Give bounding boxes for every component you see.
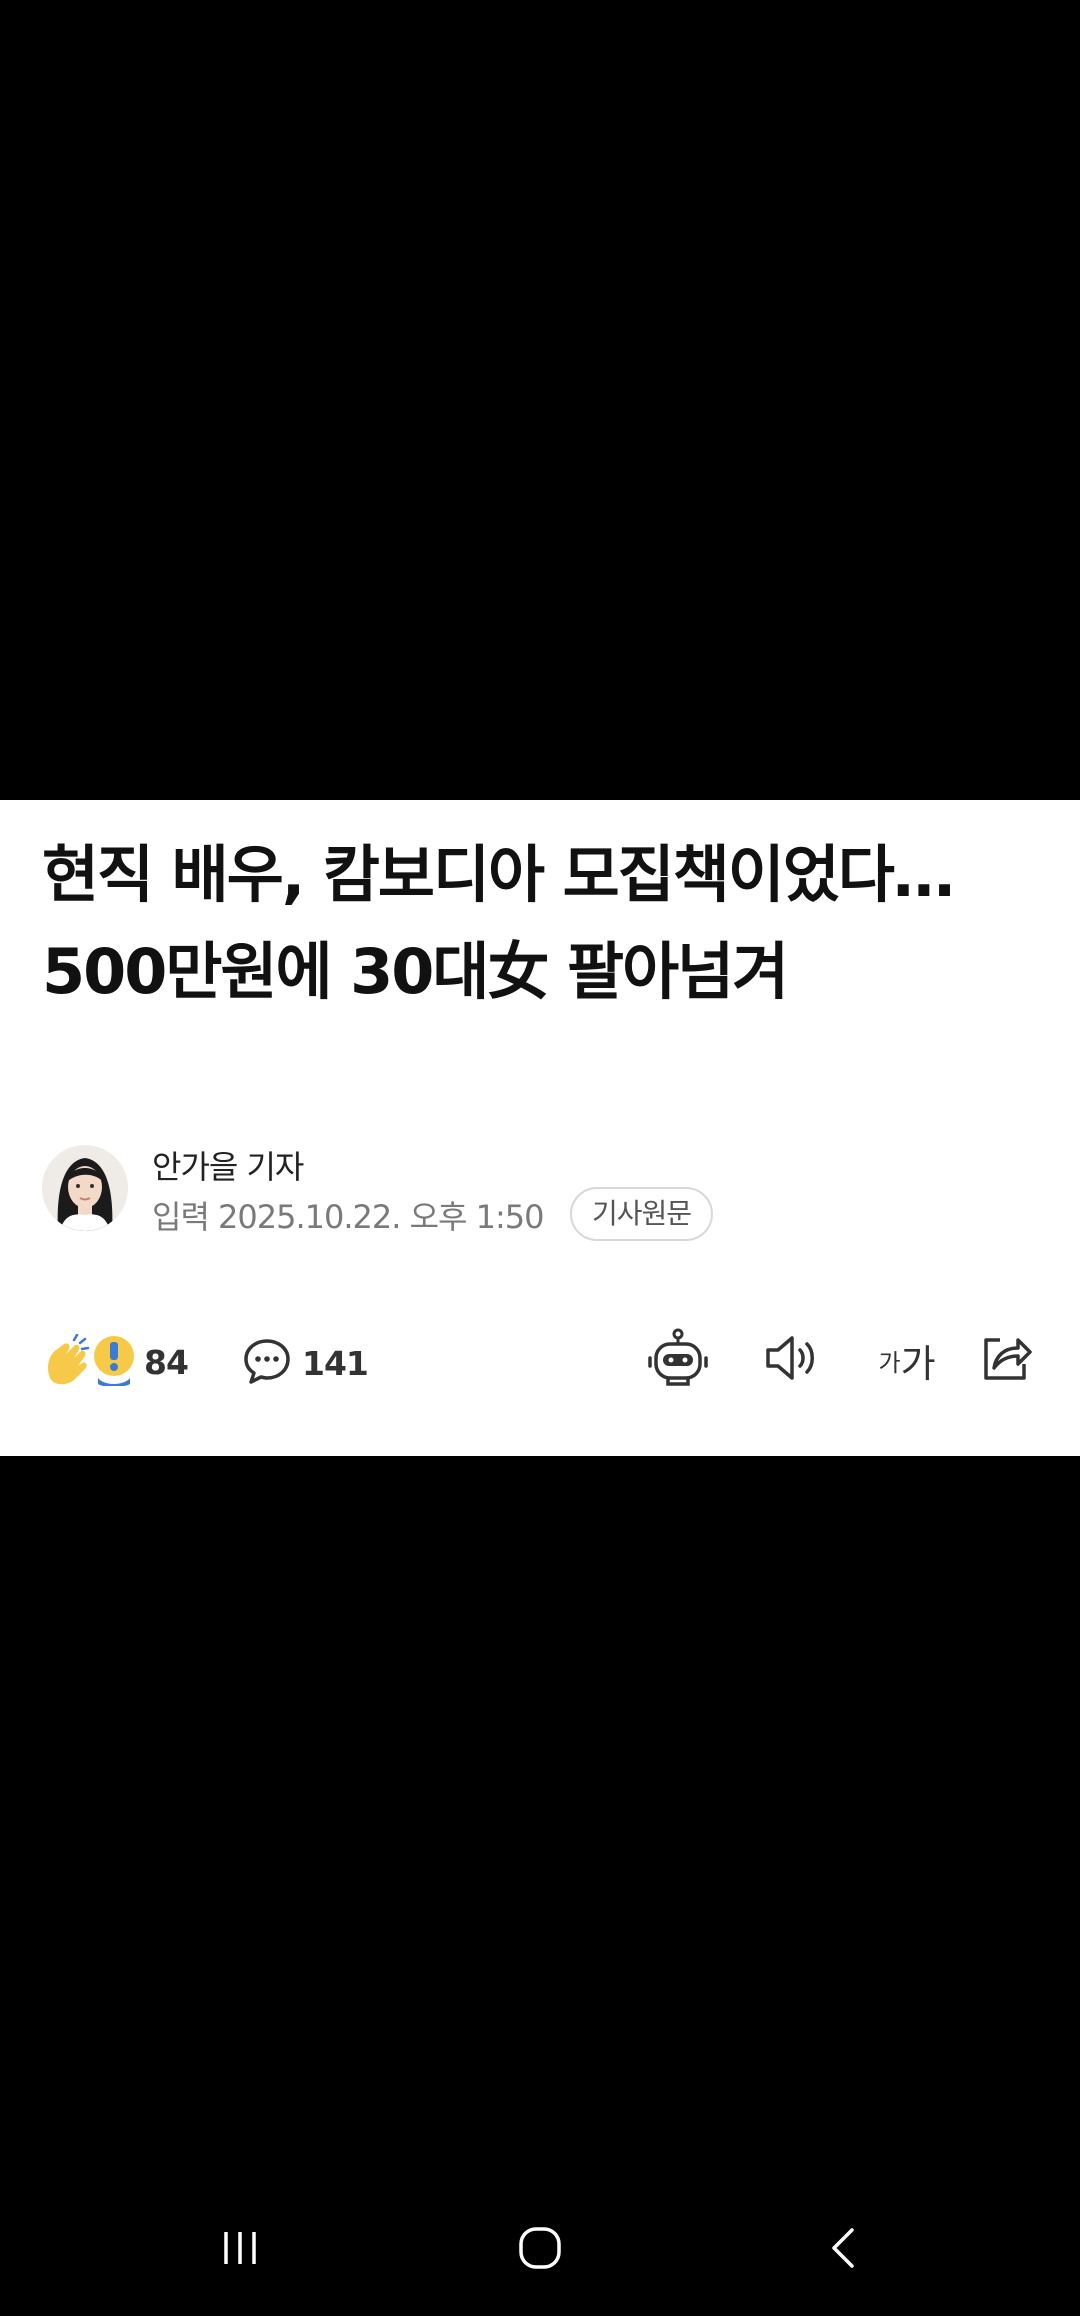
article-card: 현직 배우, 캄보디아 모집책이었다… 500만원에 30대女 팔아넘겨 안가을… xyxy=(0,800,1080,1456)
recents-icon xyxy=(216,2224,264,2276)
reaction-count: 84 xyxy=(144,1342,189,1382)
font-size-small-label: 가 xyxy=(878,1348,901,1377)
action-bar: 84 141 가 가 xyxy=(0,1320,1080,1400)
comment-button[interactable]: 141 xyxy=(242,1336,369,1390)
speaker-icon xyxy=(762,1330,818,1390)
font-size-large-label: 가 xyxy=(900,1341,936,1386)
reaction-button[interactable]: 84 xyxy=(44,1333,189,1390)
text-to-speech-button[interactable] xyxy=(750,1320,830,1400)
reporter-name[interactable]: 안가을 기자 xyxy=(152,1145,304,1189)
share-button[interactable] xyxy=(966,1320,1046,1400)
home-button[interactable] xyxy=(490,2210,590,2290)
reporter-photo xyxy=(42,1145,128,1231)
font-size-button[interactable]: 가 가 xyxy=(862,1320,952,1400)
ai-summary-button[interactable] xyxy=(638,1320,718,1400)
home-icon xyxy=(516,2224,564,2276)
system-navigation-bar xyxy=(0,2196,1080,2316)
speech-bubble-icon xyxy=(242,1336,292,1390)
article-headline: 현직 배우, 캄보디아 모집책이었다… 500만원에 30대女 팔아넘겨 xyxy=(42,838,955,1008)
reporter-avatar[interactable] xyxy=(42,1145,128,1231)
byline: 안가을 기자 입력 2025.10.22. 오후 1:50 기사원문 xyxy=(42,1145,1042,1245)
published-timestamp: 입력 2025.10.22. 오후 1:50 xyxy=(152,1198,545,1236)
robot-icon xyxy=(646,1326,710,1394)
share-icon xyxy=(978,1330,1034,1390)
comment-count: 141 xyxy=(302,1343,369,1383)
back-icon xyxy=(820,2224,868,2276)
screen: 현직 배우, 캄보디아 모집책이었다… 500만원에 30대女 팔아넘겨 안가을… xyxy=(0,0,1080,2316)
clap-surprise-icon xyxy=(44,1333,134,1390)
original-article-button[interactable]: 기사원문 xyxy=(570,1187,714,1241)
recents-button[interactable] xyxy=(190,2210,290,2290)
back-button[interactable] xyxy=(794,2210,894,2290)
